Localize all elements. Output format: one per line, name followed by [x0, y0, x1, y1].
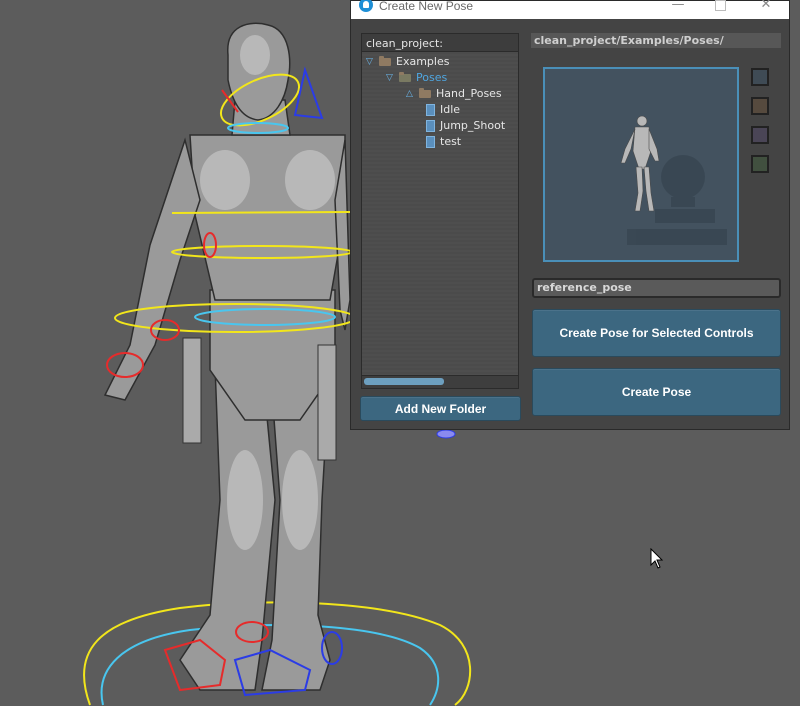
mouse-cursor-icon: [650, 548, 664, 569]
current-path: clean_project/Examples/Poses/: [531, 33, 781, 48]
tree-item-label: Poses: [416, 71, 448, 84]
folder-tree[interactable]: ▽ Examples ▽ Poses △ Hand_Poses Idle Jum…: [362, 52, 518, 376]
create-pose-dialog: Create New Pose — ✕ clean_project: ▽ Exa…: [350, 0, 790, 430]
pose-thumbnail-preview: [543, 67, 739, 262]
tree-item-label: Jump_Shoot: [440, 119, 506, 132]
window-title: Create New Pose: [379, 0, 474, 13]
color-swatch[interactable]: [751, 97, 769, 115]
collapse-arrow-icon[interactable]: ▽: [386, 73, 393, 83]
folder-icon: [379, 56, 391, 66]
color-swatch[interactable]: [751, 126, 769, 144]
add-new-folder-button[interactable]: Add New Folder: [360, 396, 521, 421]
scrollbar-thumb[interactable]: [364, 378, 444, 385]
tree-item-label: Idle: [440, 103, 461, 116]
create-pose-button[interactable]: Create Pose: [532, 368, 781, 416]
pose-name-input[interactable]: reference_pose: [532, 278, 781, 298]
create-pose-selected-controls-button[interactable]: Create Pose for Selected Controls: [532, 309, 781, 357]
expand-arrow-icon[interactable]: △: [406, 89, 413, 99]
tree-item-label: Examples: [396, 55, 450, 68]
file-icon: [426, 104, 435, 116]
tree-header: clean_project:: [362, 34, 518, 52]
file-icon: [426, 120, 435, 132]
title-bar[interactable]: Create New Pose — ✕: [351, 0, 789, 19]
collapse-arrow-icon[interactable]: ▽: [366, 57, 373, 67]
folder-tree-panel: clean_project: ▽ Examples ▽ Poses △ Hand…: [361, 33, 519, 389]
horizontal-scrollbar[interactable]: [362, 375, 518, 388]
tree-item-label: test: [440, 135, 462, 148]
file-icon: [426, 136, 435, 148]
tree-item-label: Hand_Poses: [436, 87, 502, 100]
minimize-icon[interactable]: —: [663, 0, 693, 15]
thumbnail-character: [620, 115, 660, 212]
folder-icon: [399, 72, 411, 82]
color-swatch[interactable]: [751, 68, 769, 86]
chest-control: [171, 211, 351, 214]
folder-icon: [419, 88, 431, 98]
color-swatch[interactable]: [751, 155, 769, 173]
close-icon[interactable]: ✕: [751, 0, 781, 15]
maximize-icon[interactable]: [705, 0, 735, 15]
app-icon: [359, 0, 373, 12]
